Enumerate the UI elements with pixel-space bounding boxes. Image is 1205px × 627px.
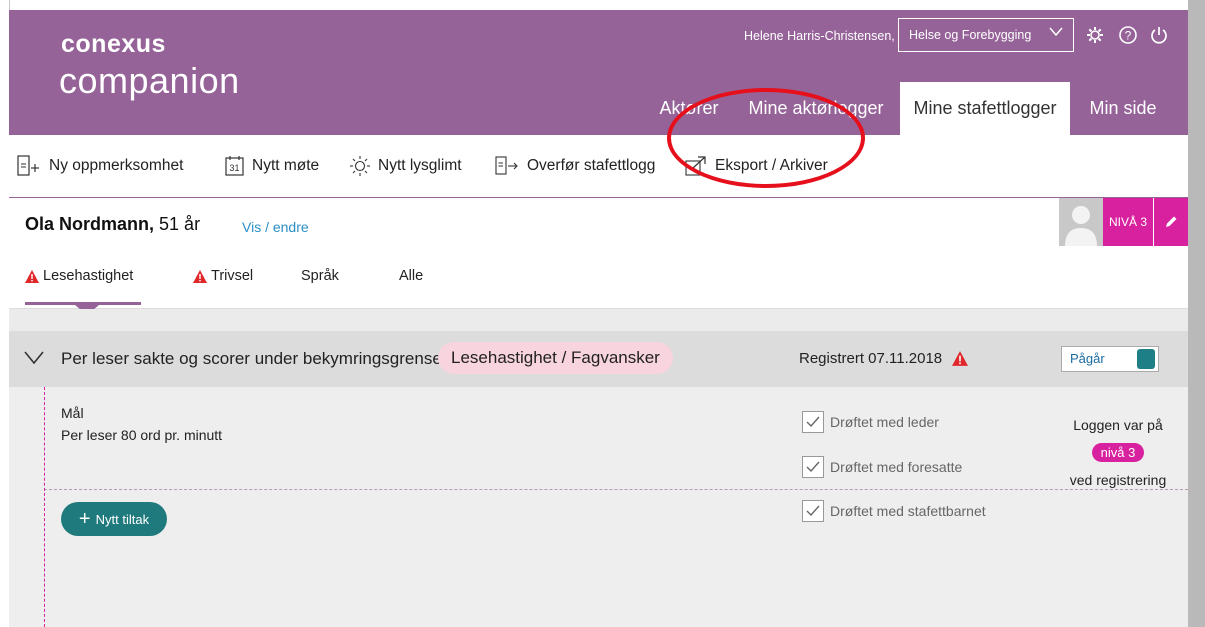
sun-icon [350,156,370,176]
person-name: Ola Nordmann, 51 år [25,214,200,235]
checkmark-icon [806,461,820,473]
svg-text:31: 31 [229,163,239,173]
document-add-icon [17,155,39,176]
new-action-label: Nytt tiltak [95,511,150,527]
new-attention-label: Ny oppmerksomhet [49,157,184,174]
chevron-down-icon[interactable] [23,347,45,367]
user-name: Helene Harris-Christensen, [744,29,895,43]
pencil-edit-icon[interactable] [1154,198,1188,246]
person-header: Ola Nordmann, 51 år Vis / endre NIVÅ 3 L… [9,198,1188,315]
timeline-dashed-line [44,387,45,627]
checkmark-icon [806,416,820,428]
person-fullname: Ola Nordmann, [25,214,155,234]
check-discussed-child[interactable]: Drøftet med stafettbarnet [802,500,986,522]
chevron-down-icon [1049,24,1063,41]
svg-text:?: ? [1125,29,1132,43]
new-glimpse-label: Nytt lysglimt [378,157,462,174]
warning-icon [193,269,207,283]
section-divider [44,489,1188,490]
category-tag: Lesehastighet / Fagvansker [438,342,673,374]
log-level-pre: Loggen var på [1073,417,1163,433]
status-value: Pågår [1070,351,1105,366]
action-toolbar: Ny oppmerksomhet 31 Nytt møte Nytt lysgl… [9,135,1188,198]
avatar [1059,198,1103,246]
new-meeting-button[interactable]: 31 Nytt møte [225,155,319,177]
goal-label: Mål [61,405,84,421]
settings-gear-icon[interactable] [1084,24,1106,46]
check-discussed-guardians[interactable]: Drøftet med foresatte [802,456,962,478]
registered-date-text: Registrert 07.11.2018 [799,350,943,367]
log-level-post: ved registrering [1069,472,1167,488]
log-card-header[interactable]: Per leser sakte og scorer under bekymrin… [9,331,1188,387]
log-content-area: Per leser sakte og scorer under bekymrin… [9,309,1188,627]
department-value: Helse og Forebygging [909,28,1032,42]
tab-alle[interactable]: Alle [399,268,423,284]
tab-trivsel[interactable]: Trivsel [193,268,253,284]
status-toggle-knob [1137,349,1155,369]
document-transfer-icon [495,156,518,175]
checkbox[interactable] [802,500,824,522]
help-icon[interactable]: ? [1117,24,1139,46]
checkmark-icon [806,505,820,517]
tab-trivsel-label: Trivsel [211,268,254,284]
new-attention-button[interactable]: Ny oppmerksomhet [16,155,183,177]
tab-sprak[interactable]: Språk [301,268,339,284]
log-level-info: Loggen var på nivå 3 ved registrering [1062,417,1174,488]
logo-companion: companion [59,60,240,101]
top-header: conexus companion Helene Harris-Christen… [9,10,1188,135]
level-badge: NIVÅ 3 [1103,198,1153,246]
department-select[interactable]: Helse og Forebygging [898,18,1074,52]
warning-icon [25,269,39,283]
level-pill: nivå 3 [1091,443,1145,462]
new-glimpse-button[interactable]: Nytt lysglimt [349,155,462,177]
new-action-button[interactable]: + Nytt tiltak [61,502,167,536]
goal-text: Per leser 80 ord pr. minutt [61,427,223,443]
calendar-31-icon: 31 [225,156,244,176]
plus-icon: + [78,508,91,530]
status-toggle[interactable]: Pågår [1061,346,1159,372]
tab-min-side[interactable]: Min side [1071,82,1175,135]
check-label: Drøftet med foresatte [830,459,963,475]
log-card-body: Mål Per leser 80 ord pr. minutt Drøftet … [9,387,1188,627]
transfer-log-label: Overfør stafettlogg [527,157,656,174]
transfer-log-button[interactable]: Overfør stafettlogg [494,155,655,177]
checkbox[interactable] [802,411,824,433]
check-label: Drøftet med leder [830,414,939,430]
logo-conexus: conexus [61,30,166,58]
warning-icon [952,351,969,366]
checkbox[interactable] [802,456,824,478]
tab-lesehastighet[interactable]: Lesehastighet [25,268,133,284]
app-window: conexus companion Helene Harris-Christen… [9,10,1188,627]
tab-lesehastighet-label: Lesehastighet [43,268,134,284]
check-label: Drøftet med stafettbarnet [830,503,986,519]
view-edit-link[interactable]: Vis / endre [242,219,309,235]
check-discussed-leader[interactable]: Drøftet med leder [802,411,939,433]
annotation-ellipse [667,88,865,188]
new-meeting-label: Nytt møte [252,157,320,174]
tab-mine-stafettlogger[interactable]: Mine stafettlogger [900,82,1070,135]
registered-date: Registrert 07.11.2018 [799,350,969,367]
person-age: 51 år [159,214,201,234]
scrollbar-track[interactable] [1188,0,1205,627]
power-icon[interactable] [1148,24,1170,46]
log-title: Per leser sakte og scorer under bekymrin… [61,349,442,368]
